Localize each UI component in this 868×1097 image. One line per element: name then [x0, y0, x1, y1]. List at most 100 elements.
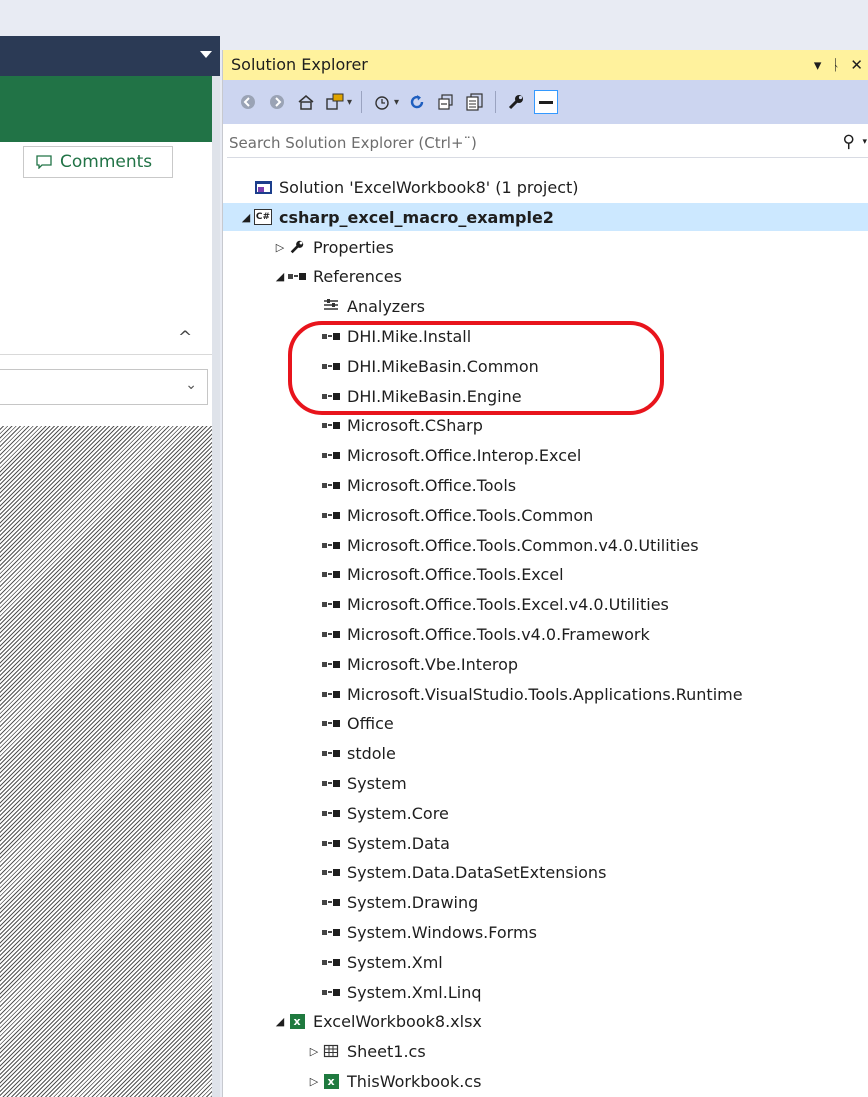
tree-item-label: Microsoft.Office.Tools.Common: [347, 505, 594, 525]
ref-office-interop-excel[interactable]: Microsoft.Office.Interop.Excel: [223, 441, 868, 469]
tree-item-label: Microsoft.Office.Tools.Excel: [347, 564, 564, 584]
tree-item-label: csharp_excel_macro_example2: [279, 207, 554, 227]
ref-system-xml[interactable]: System.Xml: [223, 948, 868, 976]
collapsed-arrow-icon[interactable]: ▷: [307, 1075, 321, 1088]
ref-stdole[interactable]: stdole: [223, 739, 868, 767]
solution-explorer-titlebar: Solution Explorer ▾ ᚿ ✕: [223, 50, 868, 80]
sync-view-icon[interactable]: [324, 91, 346, 113]
search-box[interactable]: ⚲ ▾: [227, 130, 868, 158]
left-dropdown[interactable]: ⌄: [0, 369, 208, 405]
project-node[interactable]: ◢ C# csharp_excel_macro_example2: [223, 203, 868, 231]
pending-changes-icon[interactable]: [371, 91, 393, 113]
panel-title: Solution Explorer: [231, 55, 368, 74]
collapse-all-icon[interactable]: [435, 91, 457, 113]
search-options-icon[interactable]: ▾: [862, 137, 867, 147]
comments-button[interactable]: Comments: [23, 146, 173, 178]
ref-system-windows-forms[interactable]: System.Windows.Forms: [223, 918, 868, 946]
reference-icon: [321, 864, 341, 880]
sheet-icon: [321, 1043, 341, 1059]
preview-selected-icon[interactable]: [534, 90, 559, 114]
back-icon[interactable]: [237, 91, 259, 113]
ref-office[interactable]: Office: [223, 709, 868, 737]
caret-down-icon[interactable]: ▾: [394, 97, 399, 108]
title-tools: ▾ ᚿ ✕: [814, 50, 863, 80]
wrench-icon[interactable]: [505, 91, 527, 113]
references-node[interactable]: ◢ References: [223, 262, 868, 290]
ref-office-tools[interactable]: Microsoft.Office.Tools: [223, 471, 868, 499]
pane-splitter[interactable]: [212, 76, 220, 1097]
ref-office-tools-excel-utilities[interactable]: Microsoft.Office.Tools.Excel.v4.0.Utilit…: [223, 590, 868, 618]
tree-item-label: Microsoft.CSharp: [347, 415, 483, 435]
tree-item-label: System.Xml.Linq: [347, 982, 482, 1002]
ref-office-tools-common[interactable]: Microsoft.Office.Tools.Common: [223, 501, 868, 529]
tree-item-label: ThisWorkbook.cs: [347, 1071, 482, 1091]
expanded-arrow-icon[interactable]: ◢: [273, 1015, 287, 1028]
pin-icon[interactable]: ᚿ: [831, 50, 840, 80]
ref-system-data[interactable]: System.Data: [223, 829, 868, 857]
tree-item-label: Microsoft.Office.Tools.Excel.v4.0.Utilit…: [347, 594, 669, 614]
left-pane: Comments ^ ⌄: [0, 36, 220, 1097]
ref-system-data-dataset[interactable]: System.Data.DataSetExtensions: [223, 858, 868, 886]
tree-item-label: Microsoft.Office.Tools.v4.0.Framework: [347, 624, 650, 644]
ref-vs-tools-runtime[interactable]: Microsoft.VisualStudio.Tools.Application…: [223, 680, 868, 708]
tree-item-label: DHI.MikeBasin.Engine: [347, 386, 522, 406]
collapsed-arrow-icon[interactable]: ▷: [273, 241, 287, 254]
ref-dhi-mikebasin-engine[interactable]: DHI.MikeBasin.Engine: [223, 382, 868, 410]
sheet1-node[interactable]: ▷ Sheet1.cs: [223, 1037, 868, 1065]
reference-icon: [321, 835, 341, 851]
tree-item-label: Microsoft.Vbe.Interop: [347, 654, 519, 674]
excel-workbook-node[interactable]: ◢ x ExcelWorkbook8.xlsx: [223, 1007, 868, 1035]
ref-system-xml-linq[interactable]: System.Xml.Linq: [223, 978, 868, 1006]
dropdown-icon[interactable]: ▾: [814, 50, 822, 80]
reference-icon: [321, 417, 341, 433]
caret-down-icon[interactable]: ▾: [347, 97, 352, 108]
solution-node[interactable]: Solution 'ExcelWorkbook8' (1 project): [223, 173, 868, 201]
tree-item-label: System.Data.DataSetExtensions: [347, 862, 607, 882]
tree-item-label: Microsoft.Office.Interop.Excel: [347, 445, 582, 465]
tree-item-label: Solution 'ExcelWorkbook8' (1 project): [279, 177, 579, 197]
tree-item-label: DHI.MikeBasin.Common: [347, 356, 539, 376]
ref-vbe-interop[interactable]: Microsoft.Vbe.Interop: [223, 650, 868, 678]
left-titlebar: [0, 36, 220, 76]
expanded-arrow-icon[interactable]: ◢: [239, 211, 253, 224]
wrench-icon: [287, 239, 307, 255]
show-all-files-icon[interactable]: [464, 91, 486, 113]
ref-microsoft-csharp[interactable]: Microsoft.CSharp: [223, 411, 868, 439]
reference-icon: [321, 596, 341, 612]
search-input[interactable]: [229, 132, 809, 154]
expanded-arrow-icon[interactable]: ◢: [273, 270, 287, 283]
close-icon[interactable]: ✕: [850, 50, 863, 80]
tree-item-label: Sheet1.cs: [347, 1041, 426, 1061]
ref-office-tools-framework[interactable]: Microsoft.Office.Tools.v4.0.Framework: [223, 620, 868, 648]
reference-icon: [321, 447, 341, 463]
ref-office-tools-common-utilities[interactable]: Microsoft.Office.Tools.Common.v4.0.Utili…: [223, 531, 868, 559]
collapsed-arrow-icon[interactable]: ▷: [307, 1045, 321, 1058]
analyzers-node[interactable]: Analyzers: [223, 292, 868, 320]
reference-icon: [321, 566, 341, 582]
forward-icon[interactable]: [266, 91, 288, 113]
excel-ribbon: [0, 76, 212, 142]
ref-dhi-mikebasin-common[interactable]: DHI.MikeBasin.Common: [223, 352, 868, 380]
csharp-project-icon: C#: [253, 209, 273, 225]
reference-icon: [321, 686, 341, 702]
reference-icon: [321, 745, 341, 761]
properties-node[interactable]: ▷ Properties: [223, 233, 868, 261]
dropdown-triangle-icon[interactable]: [200, 51, 212, 58]
ref-system-core[interactable]: System.Core: [223, 799, 868, 827]
ref-office-tools-excel[interactable]: Microsoft.Office.Tools.Excel: [223, 560, 868, 588]
reference-icon: [321, 984, 341, 1000]
reference-icon: [321, 477, 341, 493]
ref-dhi-mike-install[interactable]: DHI.Mike.Install: [223, 322, 868, 350]
reference-icon: [321, 805, 341, 821]
ref-system-drawing[interactable]: System.Drawing: [223, 888, 868, 916]
home-icon[interactable]: [295, 91, 317, 113]
comments-label: Comments: [60, 152, 153, 172]
search-icon[interactable]: ⚲: [843, 132, 855, 152]
hatched-area: [0, 426, 212, 1097]
chevron-up-icon[interactable]: ^: [178, 328, 192, 348]
analyzer-icon: [321, 298, 341, 314]
refresh-icon[interactable]: [406, 91, 428, 113]
ref-system[interactable]: System: [223, 769, 868, 797]
thisworkbook-node[interactable]: ▷ x ThisWorkbook.cs: [223, 1067, 868, 1095]
tree-item-label: System: [347, 773, 407, 793]
